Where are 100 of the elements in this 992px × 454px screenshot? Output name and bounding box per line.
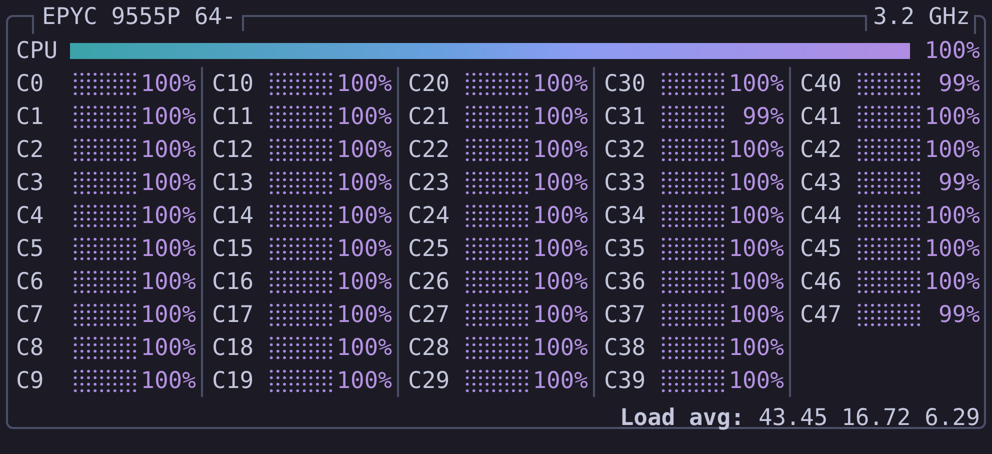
core-percent: 100% [728, 236, 784, 262]
core-percent: 100% [336, 368, 392, 394]
core-label: C19 [212, 368, 255, 394]
core-label: C21 [408, 104, 451, 130]
core-label: C28 [408, 334, 451, 360]
core-label: C11 [212, 104, 255, 130]
core-label: C45 [800, 236, 843, 262]
core-percent: 100% [336, 302, 392, 328]
core-label: C0 [16, 70, 45, 96]
core-percent: 100% [924, 136, 980, 162]
core-label: C24 [408, 202, 451, 228]
core-label: C43 [800, 170, 843, 196]
load-average-label: Load avg: [620, 404, 744, 430]
core-percent: 100% [728, 170, 784, 196]
core-percent: 100% [532, 334, 588, 360]
core-percent: 100% [336, 136, 392, 162]
core-percent: 100% [140, 202, 196, 228]
core-percent: 100% [336, 202, 392, 228]
core-label: C7 [16, 302, 45, 328]
core-percent: 100% [532, 170, 588, 196]
cpu-label: CPU [16, 38, 59, 64]
core-percent: 100% [336, 236, 392, 262]
core-percent: 100% [140, 70, 196, 96]
core-label: C13 [212, 170, 255, 196]
core-percent: 100% [532, 104, 588, 130]
core-label: C39 [604, 368, 647, 394]
core-label: C4 [16, 202, 45, 228]
core-label: C32 [604, 136, 647, 162]
core-label: C31 [604, 104, 647, 130]
core-label: C3 [16, 170, 45, 196]
core-percent: 100% [728, 302, 784, 328]
core-percent: 100% [728, 202, 784, 228]
core-label: C41 [800, 104, 843, 130]
core-label: C34 [604, 202, 647, 228]
core-label: C26 [408, 268, 451, 294]
core-label: C33 [604, 170, 647, 196]
core-label: C22 [408, 136, 451, 162]
core-label: C29 [408, 368, 451, 394]
core-label: C18 [212, 334, 255, 360]
panel-title: EPYC 9555P 64- [42, 3, 236, 32]
cpu-percent: 100% [924, 38, 980, 64]
core-label: C36 [604, 268, 647, 294]
core-label: C23 [408, 170, 451, 196]
core-label: C27 [408, 302, 451, 328]
core-percent: 100% [336, 70, 392, 96]
core-percent: 100% [728, 70, 784, 96]
core-label: C9 [16, 368, 45, 394]
core-percent: 100% [728, 268, 784, 294]
core-percent: 100% [532, 302, 588, 328]
core-percent: 100% [728, 368, 784, 394]
core-percent: 100% [336, 268, 392, 294]
core-percent: 100% [140, 136, 196, 162]
core-percent: 100% [728, 334, 784, 360]
core-label: C16 [212, 268, 255, 294]
core-label: C15 [212, 236, 255, 262]
core-percent: 100% [924, 268, 980, 294]
core-label: C30 [604, 70, 647, 96]
core-label: C17 [212, 302, 255, 328]
core-percent: 100% [532, 136, 588, 162]
core-label: C37 [604, 302, 647, 328]
core-percent: 99% [937, 302, 980, 328]
core-percent: 99% [937, 170, 980, 196]
core-label: C20 [408, 70, 451, 96]
core-label: C8 [16, 334, 45, 360]
core-percent: 100% [140, 170, 196, 196]
core-percent: 100% [336, 334, 392, 360]
load-average-values: 43.45 16.72 6.29 [758, 404, 980, 430]
core-percent: 100% [532, 236, 588, 262]
core-label: C25 [408, 236, 451, 262]
core-percent: 100% [924, 104, 980, 130]
core-label: C5 [16, 236, 45, 262]
core-label: C46 [800, 268, 843, 294]
core-label: C14 [212, 202, 255, 228]
core-percent: 100% [140, 368, 196, 394]
core-percent: 100% [140, 236, 196, 262]
core-label: C1 [16, 104, 45, 130]
core-percent: 100% [140, 104, 196, 130]
core-percent: 100% [532, 202, 588, 228]
core-label: C6 [16, 268, 45, 294]
core-label: C44 [800, 202, 843, 228]
core-percent: 100% [140, 268, 196, 294]
cpu-frequency: 3.2 GHz [873, 3, 970, 32]
core-percent: 100% [924, 236, 980, 262]
core-label: C40 [800, 70, 843, 96]
core-percent: 100% [924, 202, 980, 228]
core-label: C47 [800, 302, 843, 328]
core-percent: 100% [532, 70, 588, 96]
core-label: C10 [212, 70, 255, 96]
core-percent: 100% [532, 268, 588, 294]
core-percent: 99% [741, 104, 784, 130]
core-percent: 100% [140, 302, 196, 328]
core-percent: 100% [140, 334, 196, 360]
core-percent: 100% [336, 170, 392, 196]
core-label: C12 [212, 136, 255, 162]
core-label: C35 [604, 236, 647, 262]
core-percent: 100% [336, 104, 392, 130]
core-label: C42 [800, 136, 843, 162]
core-percent: 99% [937, 70, 980, 96]
core-percent: 100% [728, 136, 784, 162]
core-label: C38 [604, 334, 647, 360]
